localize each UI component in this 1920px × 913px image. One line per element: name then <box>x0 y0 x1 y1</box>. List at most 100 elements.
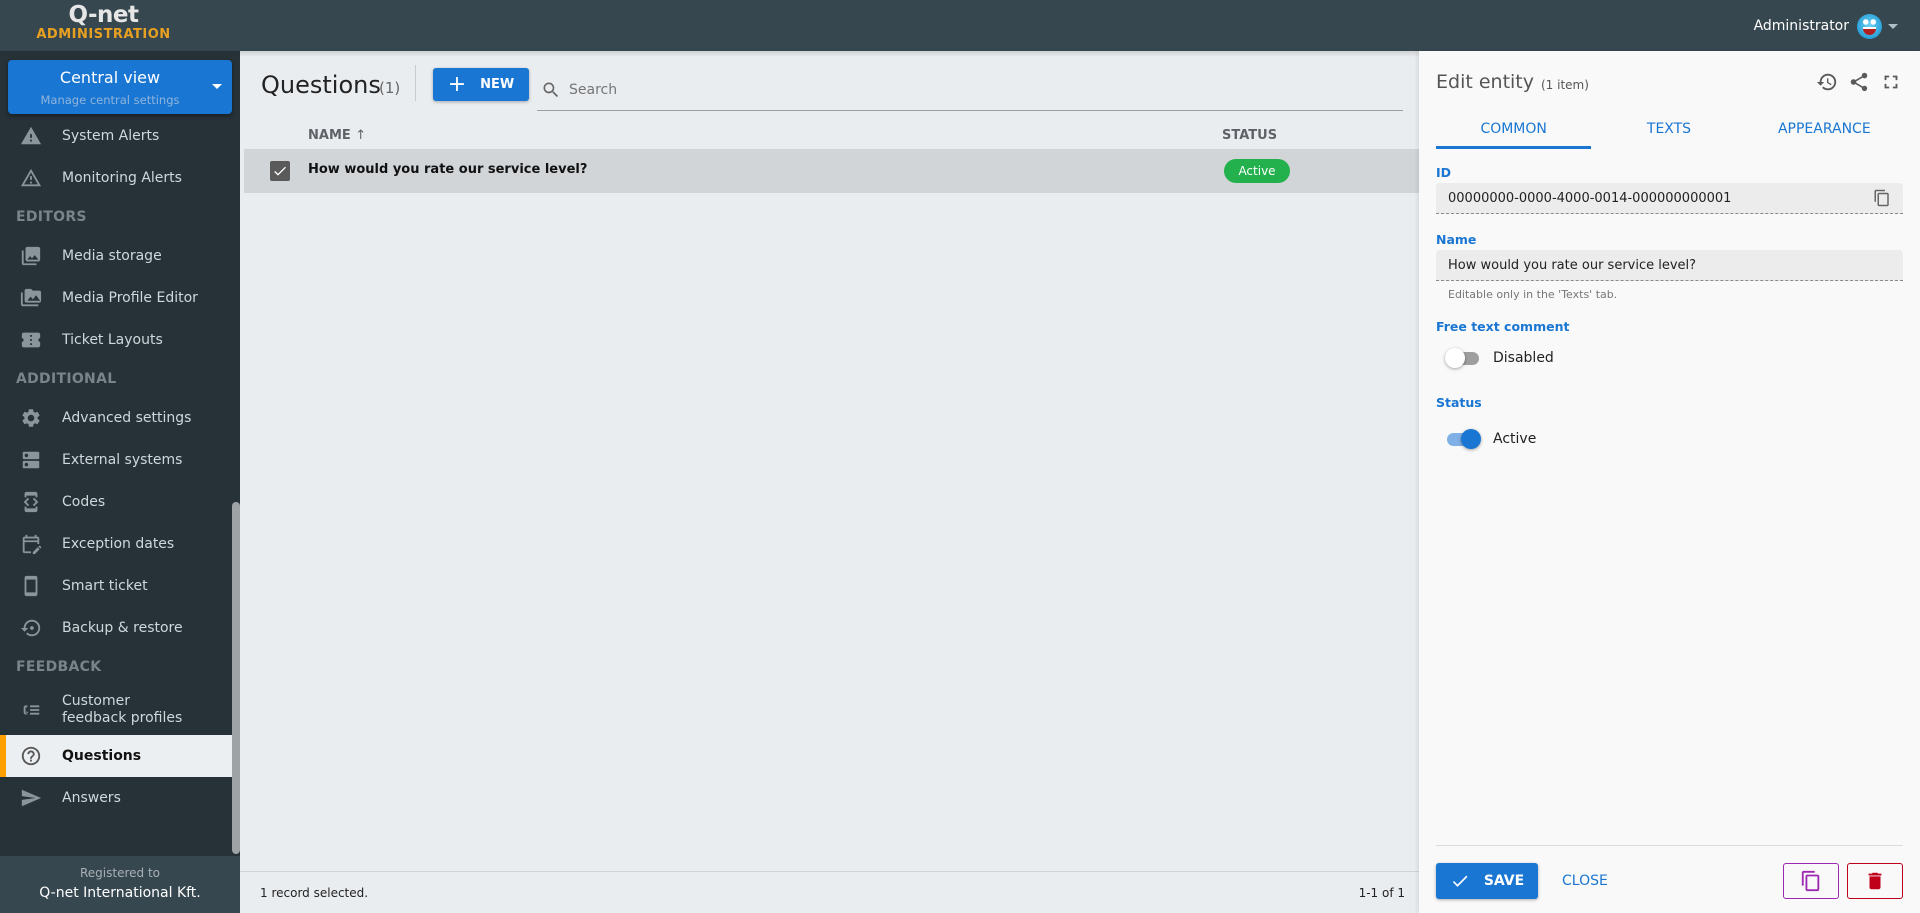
duplicate-icon <box>1801 870 1820 892</box>
sidebar-item-label: Monitoring Alerts <box>62 170 182 186</box>
dropdown-arrow-icon <box>212 84 222 89</box>
name-value: How would you rate our service level? <box>1448 257 1697 273</box>
send-icon <box>0 787 62 809</box>
check-icon <box>274 166 286 176</box>
image-library-icon <box>0 245 62 267</box>
sidebar-item-customer-feedback-profiles[interactable]: Customer feedback profiles <box>0 685 232 735</box>
sidebar-item-monitoring-alerts[interactable]: Monitoring Alerts <box>0 157 232 199</box>
free-text-comment-state: Disabled <box>1493 350 1554 366</box>
restore-icon <box>0 617 62 639</box>
toggle-switch-off[interactable] <box>1445 348 1481 368</box>
table-row[interactable]: How would you rate our service level? Ac… <box>244 149 1419 193</box>
registered-label: Registered to <box>79 866 160 880</box>
sidebar-item-label: Ticket Layouts <box>62 332 163 348</box>
id-label: ID <box>1436 165 1452 180</box>
tab-common[interactable]: COMMON <box>1436 109 1592 149</box>
avatar <box>1857 13 1882 39</box>
sidebar-item-label: Backup & restore <box>62 620 183 636</box>
tab-texts[interactable]: TEXTS <box>1591 109 1746 149</box>
user-menu[interactable]: Administrator <box>1754 12 1898 40</box>
sidebar-item-backup-restore[interactable]: Backup & restore <box>0 607 232 649</box>
name-field[interactable]: How would you rate our service level? <box>1436 250 1903 281</box>
ticket-icon <box>0 329 62 351</box>
duplicate-button[interactable] <box>1783 863 1839 899</box>
panel-title: Edit entity <box>1436 71 1534 93</box>
save-button[interactable]: SAVE <box>1436 863 1538 899</box>
save-label: SAVE <box>1483 873 1525 889</box>
trash-icon <box>1868 872 1882 890</box>
top-bar: Q-net ADMINISTRATION Administrator <box>0 0 1920 51</box>
gear-sparkle-icon <box>0 407 62 429</box>
footer-divider <box>1436 845 1903 846</box>
record-count: (1) <box>379 79 401 97</box>
plus-icon: + <box>447 71 467 97</box>
server-icon <box>0 449 62 471</box>
column-header-status[interactable]: STATUS <box>1222 128 1277 143</box>
sidebar: Central view Manage central settings Sys… <box>0 51 240 913</box>
sidebar-item-answers[interactable]: Answers <box>0 777 232 819</box>
row-name: How would you rate our service level? <box>308 162 588 177</box>
sidebar-item-media-storage[interactable]: Media storage <box>0 235 232 277</box>
app-logo[interactable]: Q-net ADMINISTRATION <box>0 0 207 51</box>
column-name-label: NAME <box>308 128 351 143</box>
free-text-comment-toggle[interactable]: Disabled <box>1445 348 1554 368</box>
share-icon[interactable] <box>1848 71 1870 93</box>
calendar-edit-icon <box>0 533 62 555</box>
delete-button[interactable] <box>1847 863 1903 899</box>
column-header-name[interactable]: NAME ↑ <box>308 128 366 143</box>
sidebar-item-advanced-settings[interactable]: Advanced settings <box>0 397 232 439</box>
free-text-comment-label: Free text comment <box>1436 319 1570 334</box>
new-button-label: NEW <box>480 77 515 92</box>
sidebar-item-codes[interactable]: Codes <box>0 481 232 523</box>
sidebar-item-questions[interactable]: Questions <box>0 735 232 777</box>
help-circle-icon <box>0 745 62 767</box>
fullscreen-icon[interactable] <box>1880 71 1902 93</box>
sidebar-item-media-profile-editor[interactable]: Media Profile Editor <box>0 277 232 319</box>
sidebar-scrollbar[interactable] <box>232 502 240 854</box>
logo-subtitle: ADMINISTRATION <box>36 27 171 42</box>
tab-appearance[interactable]: APPEARANCE <box>1747 109 1902 149</box>
status-label: Status <box>1436 395 1482 410</box>
image-folder-icon <box>0 287 62 309</box>
sidebar-item-label: Customer feedback profiles <box>62 693 183 726</box>
check-icon <box>1452 875 1468 887</box>
sidebar-item-label: Media storage <box>62 248 162 264</box>
feedback-list-icon <box>0 699 62 721</box>
sidebar-item-label: Questions <box>62 748 142 764</box>
sidebar-item-ticket-layouts[interactable]: Ticket Layouts <box>0 319 232 361</box>
panel-item-count: (1 item) <box>1541 78 1589 92</box>
sidebar-item-exception-dates[interactable]: Exception dates <box>0 523 232 565</box>
central-view-selector[interactable]: Central view Manage central settings <box>8 60 232 114</box>
sidebar-item-external-systems[interactable]: External systems <box>0 439 232 481</box>
id-field[interactable]: 00000000-0000-4000-0014-000000000001 <box>1436 183 1903 214</box>
new-button[interactable]: + NEW <box>433 68 529 101</box>
sidebar-item-smart-ticket[interactable]: Smart ticket <box>0 565 232 607</box>
toggle-switch-on[interactable] <box>1445 429 1481 449</box>
sidebar-item-label: Exception dates <box>62 536 175 552</box>
history-icon[interactable] <box>1816 71 1838 93</box>
search-icon <box>543 82 559 97</box>
code-device-icon <box>0 491 62 513</box>
copy-icon[interactable] <box>1873 189 1891 207</box>
search-input[interactable] <box>569 81 1349 98</box>
sidebar-item-label: Media Profile Editor <box>62 290 198 306</box>
row-checkbox[interactable] <box>270 161 290 181</box>
user-name: Administrator <box>1753 18 1849 34</box>
id-value: 00000000-0000-4000-0014-000000000001 <box>1448 190 1732 206</box>
status-state: Active <box>1493 431 1537 447</box>
sidebar-item-system-alerts[interactable]: System Alerts <box>0 115 232 157</box>
top-shadow <box>240 51 1419 57</box>
status-toggle[interactable]: Active <box>1445 429 1536 449</box>
central-view-subtitle: Manage central settings <box>40 93 180 107</box>
chevron-down-icon <box>1888 23 1898 29</box>
warning-filled-icon <box>0 125 62 147</box>
divider <box>415 65 416 101</box>
name-hint: Editable only in the 'Texts' tab. <box>1448 288 1618 301</box>
search-bar <box>537 69 1403 111</box>
list-view: Questions (1) + NEW NAME ↑ STATUS How wo… <box>240 51 1419 913</box>
sidebar-item-label: External systems <box>62 452 183 468</box>
sidebar-item-label: Advanced settings <box>62 410 192 426</box>
pagination-info: 1-1 of 1 <box>1358 886 1405 900</box>
close-button[interactable]: CLOSE <box>1562 863 1608 899</box>
selection-status: 1 record selected. <box>260 886 369 900</box>
